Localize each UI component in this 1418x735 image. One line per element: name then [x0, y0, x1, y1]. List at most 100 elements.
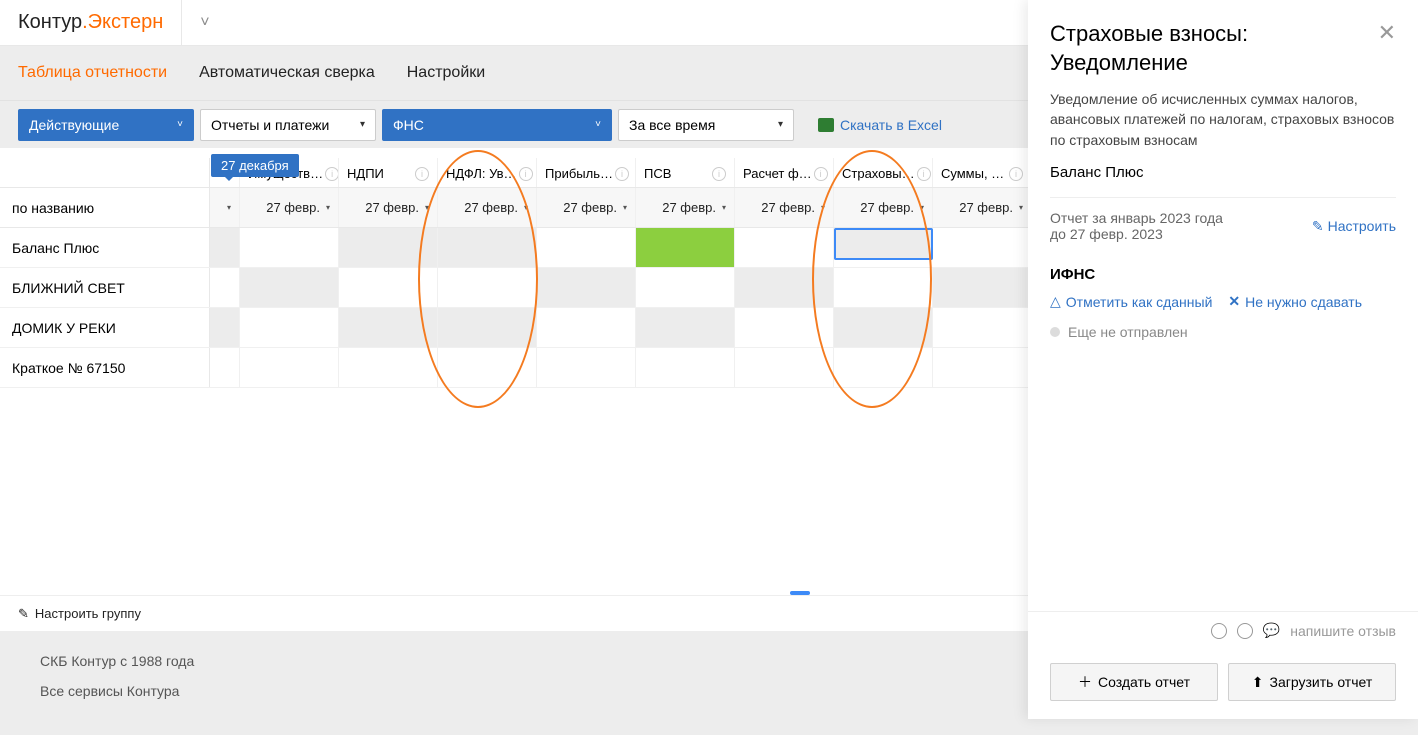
cell[interactable] [537, 228, 636, 267]
info-icon: i [814, 167, 828, 181]
cell[interactable] [240, 228, 339, 267]
info-icon: i [615, 167, 629, 181]
col-header[interactable]: Расчет ф…i [735, 158, 834, 187]
tab-settings[interactable]: Настройки [407, 64, 485, 82]
sort-label[interactable]: по названию [0, 188, 210, 227]
cell[interactable] [933, 308, 1032, 347]
cell[interactable] [210, 268, 240, 307]
mark-done-action[interactable]: △Отметить как сданный [1050, 293, 1212, 310]
cell[interactable] [210, 308, 240, 347]
status-dot-icon [1050, 327, 1060, 337]
cell[interactable] [537, 268, 636, 307]
happy-face-icon[interactable] [1211, 623, 1227, 639]
x-icon: ✕ [1228, 293, 1240, 310]
upload-report-button[interactable]: ⬆Загрузить отчет [1228, 663, 1396, 701]
warning-icon: △ [1050, 293, 1061, 310]
date-cell[interactable]: 27 февр.▾ [636, 188, 735, 227]
info-icon: i [712, 167, 726, 181]
tab-reports-table[interactable]: Таблица отчетности [18, 64, 167, 82]
upload-icon: ⬆ [1252, 674, 1264, 691]
cell[interactable] [636, 308, 735, 347]
date-cell[interactable]: 27 февр.▾ [537, 188, 636, 227]
cell[interactable] [438, 268, 537, 307]
logo-text: Контур.Экстерн [18, 11, 163, 34]
info-icon: i [415, 167, 429, 181]
cell[interactable] [735, 348, 834, 387]
cell[interactable] [636, 228, 735, 267]
panel-company: Баланс Плюс [1050, 164, 1396, 181]
company-name[interactable]: Краткое № 67150 [0, 348, 210, 387]
company-name[interactable]: Баланс Плюс [0, 228, 210, 267]
cell-selected[interactable] [834, 228, 933, 260]
cell[interactable] [438, 348, 537, 387]
scroll-indicator[interactable] [790, 591, 810, 595]
cell[interactable] [735, 308, 834, 347]
plus-icon: ＋ [1078, 672, 1092, 692]
filter-status[interactable]: Действующие˅ [18, 109, 194, 141]
date-cell[interactable]: 27 февр.▾ [240, 188, 339, 227]
date-cell[interactable]: 27 февр.▾ [339, 188, 438, 227]
cell[interactable] [735, 268, 834, 307]
cell[interactable] [240, 308, 339, 347]
cell[interactable] [537, 308, 636, 347]
col-header[interactable]: НДПИi [339, 158, 438, 187]
cell[interactable] [210, 348, 240, 387]
cell[interactable] [834, 348, 933, 387]
col-header[interactable]: Суммы, …i [933, 158, 1032, 187]
excel-download-link[interactable]: Скачать в Excel [818, 117, 942, 133]
cell[interactable] [537, 348, 636, 387]
filter-type[interactable]: Отчеты и платежи▾ [200, 109, 376, 141]
feedback-link[interactable]: напишите отзыв [1290, 623, 1396, 639]
company-name[interactable]: БЛИЖНИЙ СВЕТ [0, 268, 210, 307]
cell[interactable] [933, 228, 1032, 267]
cell[interactable] [735, 228, 834, 267]
date-tooltip: 27 декабря [211, 154, 299, 177]
detail-panel: Страховые взносы: Уведомление ✕ Уведомле… [1028, 0, 1418, 719]
date-cell[interactable]: 27 февр.▾ [834, 188, 933, 227]
cell[interactable] [210, 228, 240, 267]
close-icon[interactable]: ✕ [1378, 20, 1396, 46]
cell[interactable] [438, 308, 537, 347]
date-cell[interactable]: 27 февр.▾ [438, 188, 537, 227]
cell[interactable] [339, 228, 438, 267]
col-header[interactable]: Прибыль…i [537, 158, 636, 187]
cell[interactable] [834, 268, 933, 307]
create-report-button[interactable]: ＋Создать отчет [1050, 663, 1218, 701]
col-header[interactable]: Страховы…i [834, 158, 933, 187]
pencil-icon: ✎ [1312, 218, 1324, 235]
info-icon: i [325, 167, 339, 181]
panel-title: Страховые взносы: Уведомление [1050, 20, 1378, 77]
cell[interactable] [438, 228, 537, 267]
tab-auto-reconciliation[interactable]: Автоматическая сверка [199, 64, 375, 82]
cell[interactable] [339, 268, 438, 307]
product-switcher[interactable]: ˅ [181, 0, 209, 45]
status-line: Еще не отправлен [1050, 324, 1396, 340]
col-header[interactable]: ПСВi [636, 158, 735, 187]
no-need-action[interactable]: ✕Не нужно сдавать [1228, 293, 1362, 310]
panel-description: Уведомление об исчисленных суммах налого… [1050, 89, 1396, 150]
speech-icon: 💬 [1263, 622, 1280, 639]
cell[interactable] [636, 268, 735, 307]
cell[interactable] [240, 348, 339, 387]
date-cell[interactable]: 27 февр.▾ [735, 188, 834, 227]
feedback-row: 💬 напишите отзыв [1028, 611, 1418, 649]
cell[interactable] [933, 348, 1032, 387]
filter-dept[interactable]: ФНС˅ [382, 109, 612, 141]
cell[interactable] [240, 268, 339, 307]
date-cell[interactable]: 27 февр.▾ [933, 188, 1032, 227]
panel-period: Отчет за январь 2023 года до 27 февр. 20… [1050, 210, 1223, 242]
col-header[interactable]: НДФЛ: Ув…i [438, 158, 537, 187]
cell[interactable] [339, 308, 438, 347]
cell[interactable] [636, 348, 735, 387]
cell[interactable] [834, 308, 933, 347]
cell[interactable] [339, 348, 438, 387]
xls-icon [818, 118, 834, 132]
configure-link[interactable]: ✎ Настроить [1312, 210, 1396, 242]
company-name[interactable]: ДОМИК У РЕКИ [0, 308, 210, 347]
date-cell[interactable]: ▾ [210, 188, 240, 227]
filter-period[interactable]: За все время▾ [618, 109, 794, 141]
sad-face-icon[interactable] [1237, 623, 1253, 639]
info-icon: i [519, 167, 533, 181]
configure-group-link[interactable]: Настроить группу [35, 606, 141, 621]
cell[interactable] [933, 268, 1032, 307]
